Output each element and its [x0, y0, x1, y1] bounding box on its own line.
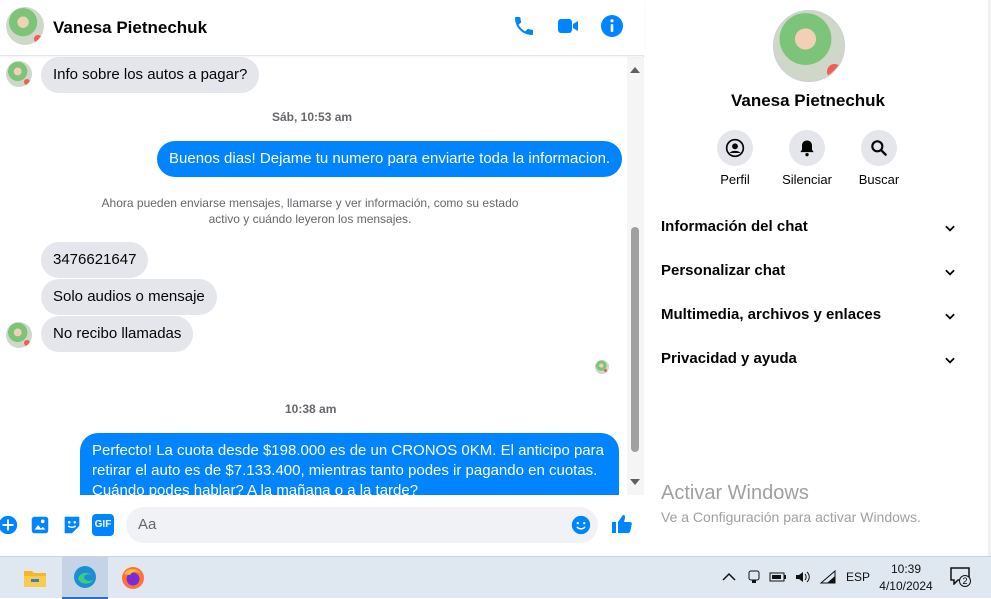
contact-name[interactable]: Vanesa Pietnechuk: [53, 18, 207, 38]
message-input[interactable]: Aa: [126, 507, 598, 543]
seen-receipt-avatar: [595, 360, 609, 374]
like-icon[interactable]: [610, 512, 634, 536]
edge-icon[interactable]: [62, 557, 108, 599]
bell-icon: [800, 140, 814, 157]
message-line: retirar el auto es de $7.133.400, mientr…: [92, 462, 598, 479]
chevron-down-icon: [945, 225, 955, 232]
profile-label: Perfil: [720, 172, 750, 187]
timestamp: Sáb, 10:53 am: [272, 110, 353, 124]
info-contact-name: Vanesa Pietnechuk: [730, 91, 886, 110]
phone-icon[interactable]: [512, 14, 536, 38]
file-explorer-icon[interactable]: [12, 557, 58, 599]
message-outgoing[interactable]: Buenos dias! Dejame tu numero para envia…: [157, 141, 623, 177]
windows-taskbar: ESP 10:39 4/10/2024 2: [0, 556, 991, 599]
message-outgoing[interactable]: Perfecto! La cuota desde $198.000 es de …: [80, 433, 619, 495]
info-avatar[interactable]: [773, 10, 845, 82]
image-icon[interactable]: [29, 514, 51, 536]
message-incoming[interactable]: 3476621647: [41, 242, 149, 278]
wifi-icon[interactable]: [819, 569, 837, 585]
volume-icon[interactable]: [794, 569, 812, 585]
battery-icon[interactable]: [769, 570, 787, 584]
message-incoming[interactable]: Solo audios o mensaje: [41, 279, 217, 315]
message-input-placeholder: Aa: [138, 516, 157, 533]
section-media-files[interactable]: Multimedia, archivos y enlaces: [661, 306, 957, 336]
emoji-icon[interactable]: [570, 514, 592, 536]
system-notice-line: activo y cuándo leyeron los mensajes.: [208, 212, 412, 226]
meet-now-icon[interactable]: [746, 569, 762, 585]
section-label: Privacidad y ayuda: [661, 350, 797, 367]
chat-pane: Vanesa Pietnechuk Info sobre los autos a…: [0, 0, 644, 556]
chat-scrollbar[interactable]: [627, 57, 644, 495]
section-chat-info[interactable]: Información del chat: [661, 218, 957, 248]
watermark-title: Activar Windows: [661, 482, 809, 504]
notifications-button[interactable]: 2: [950, 567, 972, 589]
gif-icon[interactable]: GIF: [92, 514, 114, 536]
video-icon[interactable]: [556, 14, 580, 38]
chat-header: Vanesa Pietnechuk: [0, 0, 644, 56]
profile-icon: [725, 138, 745, 158]
contact-avatar-small: [6, 61, 32, 87]
mute-label: Silenciar: [782, 172, 832, 187]
notification-count-badge: 2: [959, 575, 971, 587]
firefox-icon[interactable]: [110, 557, 156, 599]
composer: GIF Aa: [0, 495, 644, 556]
plus-icon[interactable]: [0, 514, 19, 536]
section-customize-chat[interactable]: Personalizar chat: [661, 262, 957, 292]
message-incoming[interactable]: Info sobre los autos a pagar?: [41, 57, 260, 93]
profile-button[interactable]: Perfil: [705, 130, 765, 187]
section-label: Información del chat: [661, 218, 808, 235]
watermark-subtitle: Ve a Configuración para activar Windows.: [661, 509, 921, 525]
message-line: Perfecto! La cuota desde $198.000 es de …: [92, 442, 604, 459]
messenger-window: Vanesa Pietnechuk Info sobre los autos a…: [0, 0, 991, 556]
sticker-icon[interactable]: [61, 514, 83, 536]
message-list: Info sobre los autos a pagar? Sáb, 10:53…: [0, 57, 627, 495]
language-indicator[interactable]: ESP: [846, 570, 870, 584]
clock-time: 10:39: [890, 562, 922, 576]
section-label: Personalizar chat: [661, 262, 786, 279]
clock-date: 4/10/2024: [879, 579, 933, 593]
chevron-down-icon: [945, 269, 955, 276]
windows-activation-watermark: Activar Windows Ve a Configuración para …: [661, 482, 921, 525]
system-notice-line: Ahora pueden enviarse mensajes, llamarse…: [101, 196, 519, 210]
scroll-down-arrow-icon[interactable]: [630, 479, 640, 485]
scrollbar-thumb[interactable]: [631, 227, 639, 452]
chevron-down-icon: [945, 357, 955, 364]
search-icon: [871, 140, 887, 156]
info-icon[interactable]: [600, 14, 624, 38]
chevron-up-icon[interactable]: [722, 572, 736, 582]
section-privacy-help[interactable]: Privacidad y ayuda: [661, 350, 957, 380]
message-line: Cuándo podes hablar? A la mañana o a la …: [92, 482, 419, 495]
section-label: Multimedia, archivos y enlaces: [661, 306, 882, 323]
scroll-up-arrow-icon[interactable]: [630, 67, 640, 73]
contact-avatar[interactable]: [6, 7, 44, 45]
mute-button[interactable]: Silenciar: [777, 130, 837, 187]
chevron-down-icon: [945, 313, 955, 320]
taskbar-clock[interactable]: 10:39 4/10/2024: [872, 561, 940, 595]
contact-avatar-small: [6, 322, 32, 348]
search-button[interactable]: Buscar: [849, 130, 909, 187]
conversation-info-panel: Vanesa Pietnechuk Perfil Silenciar Busca…: [645, 0, 991, 556]
message-incoming[interactable]: No recibo llamadas: [41, 316, 194, 352]
search-label: Buscar: [858, 172, 900, 187]
timestamp: 10:38 am: [285, 402, 337, 416]
